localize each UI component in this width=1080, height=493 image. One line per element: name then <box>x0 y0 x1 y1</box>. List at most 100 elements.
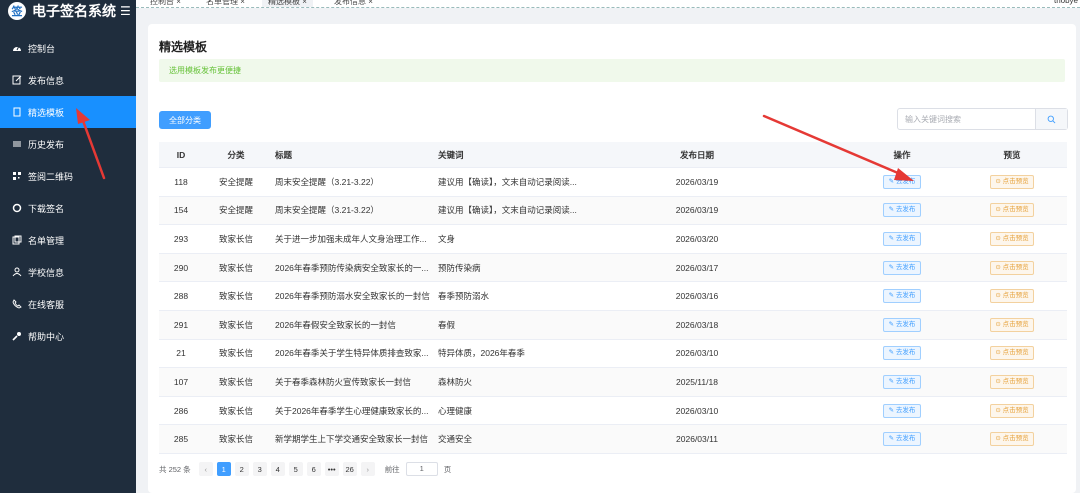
table-row: 21 致家长信 2026年春季关于学生特异体质排查致家... 特异体质，2026年春季… <box>159 340 1067 369</box>
cell-preview: ⊙ 点击预览 <box>957 260 1067 275</box>
tab-dashboard[interactable]: 控制台 × <box>144 0 187 7</box>
header-id: ID <box>176 149 186 160</box>
cell-title: 周末安全提醒（3.21-3.22） <box>275 176 379 187</box>
tab-templates[interactable]: 精选模板 × <box>262 0 313 7</box>
publish-button[interactable]: ✎ 去发布 <box>882 289 922 304</box>
cell-id: 154 <box>173 205 189 216</box>
next-page-button[interactable]: › <box>360 462 375 476</box>
sidebar-item-support[interactable]: 在线客服 <box>0 288 136 320</box>
search-input[interactable] <box>898 109 1035 129</box>
cell-date: 2026/03/20 <box>675 233 719 244</box>
app-title: 电子签名系统 <box>32 3 116 19</box>
cell-id: 293 <box>173 233 189 244</box>
template-icon <box>12 107 22 117</box>
menu-toggle-icon[interactable]: ☰ <box>120 4 131 18</box>
cell-keywords: 森林防火 <box>438 376 473 387</box>
search-button[interactable] <box>1035 109 1067 129</box>
sidebar-item-label: 精选模板 <box>28 107 65 118</box>
cell-id: 21 <box>176 348 186 359</box>
preview-button[interactable]: ⊙ 点击预览 <box>990 260 1034 275</box>
publish-button[interactable]: ✎ 去发布 <box>882 260 922 275</box>
cell-title: 周末安全提醒（3.21-3.22） <box>275 205 379 216</box>
page-number-button[interactable]: 6 <box>306 462 321 476</box>
cell-title: 关于2026年春季学生心理健康致家长的... <box>275 405 429 416</box>
sidebar-item-publish-info[interactable]: 发布信息 <box>0 64 136 96</box>
goto-page-input[interactable]: 1 <box>405 462 438 476</box>
header-date: 发布日期 <box>679 149 714 160</box>
cell-title: 2026年春季预防溺水安全致家长的一封信 <box>275 291 430 302</box>
preview-button[interactable]: ⊙ 点击预览 <box>990 174 1034 189</box>
preview-button[interactable]: ⊙ 点击预览 <box>990 374 1034 389</box>
publish-button[interactable]: ✎ 去发布 <box>882 317 922 332</box>
cell-date: 2026/03/16 <box>675 291 719 302</box>
preview-button[interactable]: ⊙ 点击预览 <box>990 289 1034 304</box>
cell-date: 2026/03/18 <box>675 319 719 330</box>
cell-title: 2026年春季预防传染病安全致家长的一... <box>275 262 429 273</box>
cell-keywords: 特异体质，2026年春季 <box>438 348 525 359</box>
cell-preview: ⊙ 点击预览 <box>957 346 1067 361</box>
publish-button[interactable]: ✎ 去发布 <box>882 174 922 189</box>
preview-button[interactable]: ⊙ 点击预览 <box>990 403 1034 418</box>
page-number-button[interactable]: 2 <box>234 462 249 476</box>
cell-category: 致家长信 <box>218 262 253 273</box>
cell-keywords: 春假 <box>438 319 456 330</box>
sidebar-item-history[interactable]: 历史发布 <box>0 128 136 160</box>
sidebar-item-label: 发布信息 <box>28 75 65 86</box>
publish-button[interactable]: ✎ 去发布 <box>882 203 922 218</box>
cell-title: 关于春季森林防火宣传致家长一封信 <box>275 376 412 387</box>
publish-button[interactable]: ✎ 去发布 <box>882 374 922 389</box>
prev-page-button[interactable]: ‹ <box>198 462 213 476</box>
sidebar-item-roster[interactable]: 名单管理 <box>0 224 136 256</box>
preview-button[interactable]: ⊙ 点击预览 <box>990 231 1034 246</box>
publish-button[interactable]: ✎ 去发布 <box>882 403 922 418</box>
table-row: 288 致家长信 2026年春季预防溺水安全致家长的一封信 春季预防溺水 2026/03… <box>159 282 1067 311</box>
cell-id: 118 <box>174 176 188 187</box>
user-name[interactable]: tnobye <box>1054 0 1078 5</box>
cell-operation: ✎ 去发布 <box>847 174 957 189</box>
sidebar-item-school-info[interactable]: 学校信息 <box>0 256 136 288</box>
sidebar-item-templates[interactable]: 精选模板 <box>0 96 136 128</box>
cell-keywords: 春季预防溺水 <box>438 291 490 302</box>
cell-id: 288 <box>173 291 189 302</box>
edit-icon <box>12 75 22 85</box>
page-number-button[interactable]: 3 <box>252 462 267 476</box>
cell-date: 2026/03/17 <box>675 262 719 273</box>
publish-button[interactable]: ✎ 去发布 <box>882 231 922 246</box>
history-icon <box>12 139 22 149</box>
sidebar-item-label: 帮助中心 <box>28 331 65 342</box>
page-number-button[interactable]: 4 <box>270 462 285 476</box>
header-preview: 预览 <box>1003 149 1021 160</box>
cell-operation: ✎ 去发布 <box>847 203 957 218</box>
preview-button[interactable]: ⊙ 点击预览 <box>990 432 1034 447</box>
page-number-button[interactable]: 26 <box>342 462 357 476</box>
sidebar-item-help[interactable]: 帮助中心 <box>0 320 136 352</box>
table-row: 290 致家长信 2026年春季预防传染病安全致家长的一... 预防传染病 2026/0… <box>159 253 1067 283</box>
table-row: 107 致家长信 关于春季森林防火宣传致家长一封信 森林防火 2025/11/18 ✎ 去… <box>159 368 1067 397</box>
cell-preview: ⊙ 点击预览 <box>957 174 1067 189</box>
cell-date: 2026/03/19 <box>675 176 719 187</box>
sidebar-item-qrcode[interactable]: 签阅二维码 <box>0 160 136 192</box>
page-number-button[interactable]: 5 <box>288 462 303 476</box>
all-categories-button[interactable]: 全部分类 <box>159 111 211 129</box>
page-number-button[interactable]: ••• <box>324 462 339 476</box>
sidebar-item-label: 历史发布 <box>28 139 65 150</box>
cell-category: 致家长信 <box>218 233 253 244</box>
publish-button[interactable]: ✎ 去发布 <box>882 432 922 447</box>
cell-id: 291 <box>173 319 189 330</box>
publish-button[interactable]: ✎ 去发布 <box>882 346 922 361</box>
preview-button[interactable]: ⊙ 点击预览 <box>990 203 1034 218</box>
tab-roster[interactable]: 名单管理 × <box>200 0 251 7</box>
preview-button[interactable]: ⊙ 点击预览 <box>990 346 1034 361</box>
header-keywords: 关键词 <box>438 149 464 160</box>
sidebar-item-label: 学校信息 <box>28 267 65 278</box>
sidebar-item-dashboard[interactable]: 控制台 <box>0 32 136 64</box>
pagination: 共 252 条 ‹ 1 2 3 4 5 6 ••• 26 › 前往 1 页 <box>159 461 451 477</box>
cell-keywords: 预防传染病 <box>438 262 481 273</box>
sidebar: 签 电子签名系统 ☰ 控制台 发布信息 精选模板 历史发布 签阅二维码 下载签名 <box>0 0 136 493</box>
tab-publish-info[interactable]: 发布信息 × <box>328 0 379 7</box>
page-number-button[interactable]: 1 <box>216 462 231 476</box>
preview-button[interactable]: ⊙ 点击预览 <box>990 317 1034 332</box>
table-row: 291 致家长信 2026年春假安全致家长的一封信 春假 2026/03/18 ✎ 去发布… <box>159 310 1067 340</box>
search-box <box>897 108 1068 130</box>
sidebar-item-download[interactable]: 下载签名 <box>0 192 136 224</box>
